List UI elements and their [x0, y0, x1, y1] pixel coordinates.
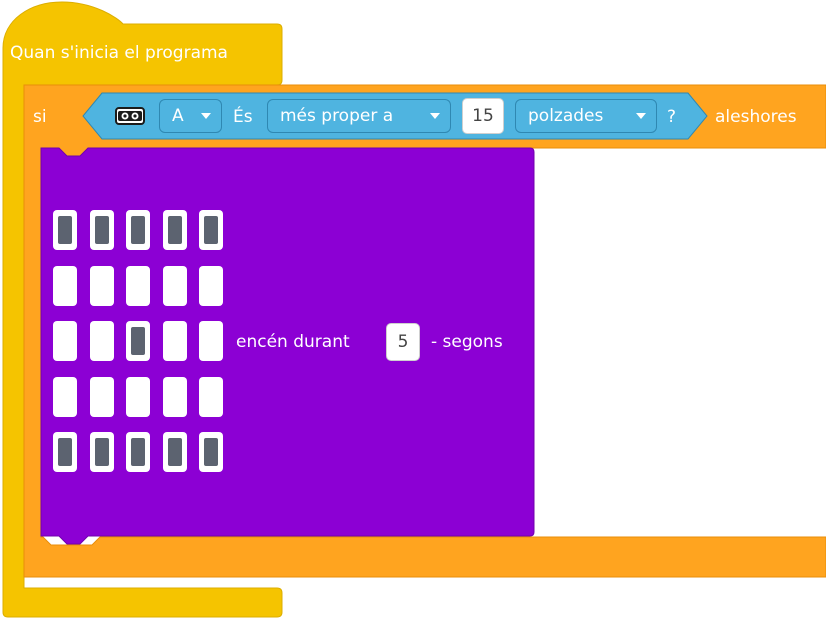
led-pixel-r3-c1[interactable]: [53, 321, 77, 361]
led-pixel-r5-c2[interactable]: [90, 432, 114, 472]
comparison-value: més proper a: [280, 106, 394, 126]
led-pixel-r2-c2[interactable]: [90, 266, 114, 306]
led-pixel-r2-c5[interactable]: [199, 266, 223, 306]
led-pixel-r3-c3[interactable]: [126, 321, 150, 361]
led-pixel-r4-c5[interactable]: [199, 377, 223, 417]
chevron-down-icon: [201, 113, 211, 119]
seconds-label: - segons: [431, 332, 503, 352]
led-pixel-r4-c4[interactable]: [163, 377, 187, 417]
led-pixel-r5-c3[interactable]: [126, 432, 150, 472]
led-pixel-r4-c2[interactable]: [90, 377, 114, 417]
led-pixel-r4-c1[interactable]: [53, 377, 77, 417]
led-pixel-r5-c1[interactable]: [53, 432, 77, 472]
light-matrix-grid[interactable]: [53, 210, 228, 472]
led-pixel-r1-c3[interactable]: [126, 210, 150, 250]
led-pixel-r5-c5[interactable]: [199, 432, 223, 472]
distance-value-input[interactable]: 15: [462, 98, 504, 134]
led-pixel-r1-c2[interactable]: [90, 210, 114, 250]
led-pixel-r5-c4[interactable]: [163, 432, 187, 472]
chevron-down-icon: [430, 113, 440, 119]
then-label: aleshores: [715, 107, 797, 127]
led-pixel-r1-c5[interactable]: [199, 210, 223, 250]
if-label: si: [33, 107, 47, 127]
chevron-down-icon: [636, 113, 646, 119]
led-pixel-r3-c5[interactable]: [199, 321, 223, 361]
led-pixel-r2-c1[interactable]: [53, 266, 77, 306]
led-pixel-r1-c1[interactable]: [53, 210, 77, 250]
question-mark-label: ?: [667, 107, 677, 127]
led-pixel-r2-c3[interactable]: [126, 266, 150, 306]
led-pixel-r2-c4[interactable]: [163, 266, 187, 306]
port-dropdown[interactable]: A: [159, 99, 222, 133]
port-value: A: [172, 106, 184, 126]
distance-sensor-icon: [115, 107, 145, 125]
led-pixel-r3-c2[interactable]: [90, 321, 114, 361]
duration-input[interactable]: 5: [386, 323, 420, 361]
unit-dropdown[interactable]: polzades: [515, 99, 657, 133]
led-pixel-r1-c4[interactable]: [163, 210, 187, 250]
start-event-label: Quan s'inicia el programa: [10, 43, 228, 63]
led-pixel-r3-c4[interactable]: [163, 321, 187, 361]
led-pixel-r4-c3[interactable]: [126, 377, 150, 417]
turn-on-label: encén durant: [236, 332, 350, 352]
comparison-dropdown[interactable]: més proper a: [267, 99, 451, 133]
unit-value: polzades: [528, 106, 604, 126]
is-label: És: [233, 107, 253, 127]
